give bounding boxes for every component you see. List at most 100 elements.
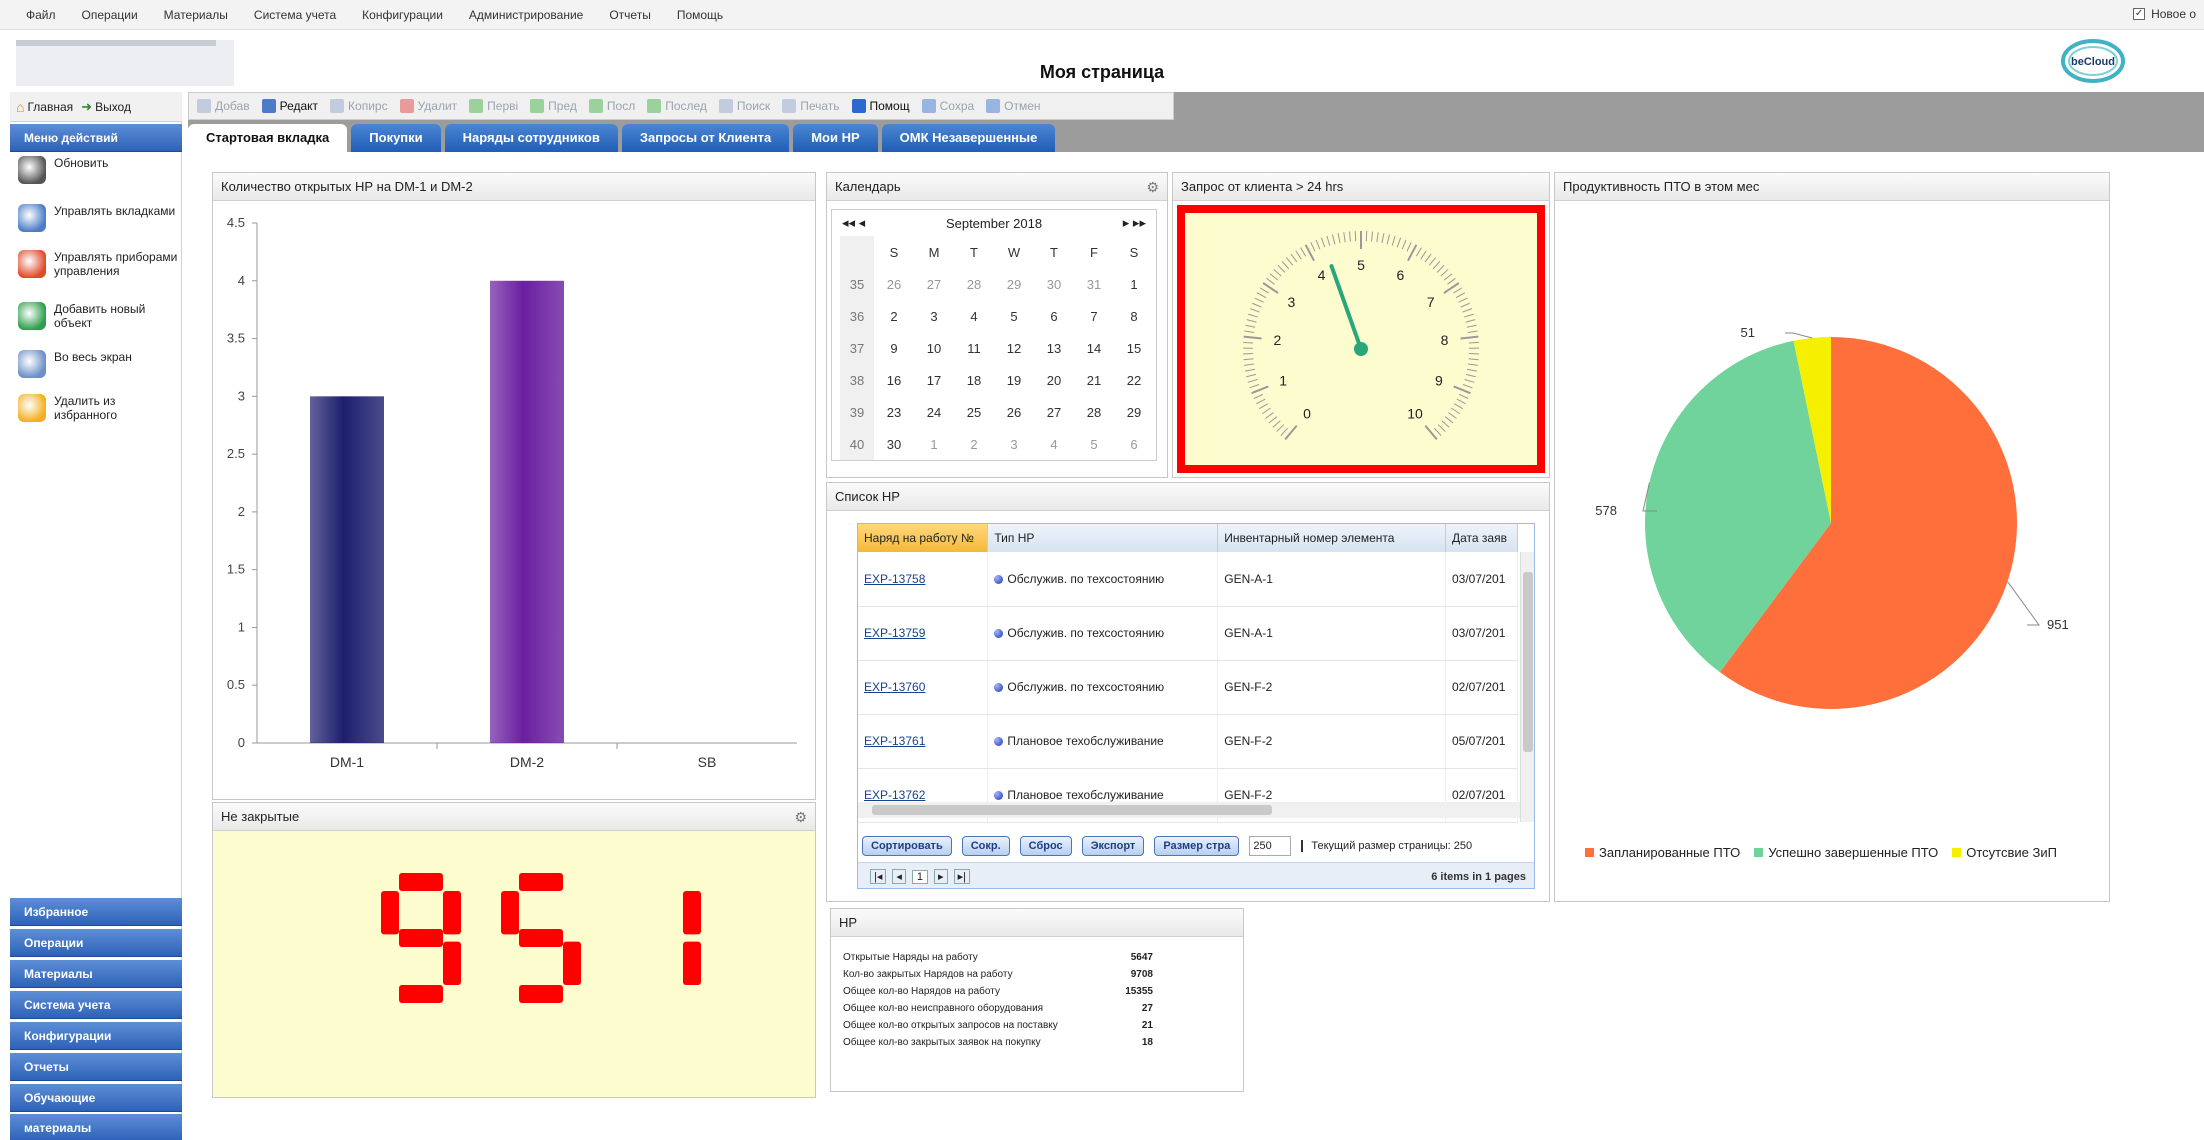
- calendar-day[interactable]: 17: [914, 364, 954, 396]
- toolbar-button-10[interactable]: Помощ: [851, 99, 910, 113]
- calendar-day[interactable]: 10: [914, 332, 954, 364]
- toolbar-button-2[interactable]: Копирс: [330, 99, 388, 113]
- legend-item[interactable]: Отсутсвие ЗиП: [1952, 845, 2057, 860]
- page-number[interactable]: 1: [911, 869, 929, 884]
- calendar-day[interactable]: 2: [874, 300, 914, 332]
- calendar-day[interactable]: 28: [954, 268, 994, 300]
- calendar-day[interactable]: 21: [1074, 364, 1114, 396]
- table-row[interactable]: EXP-13760 Обслужив. по техсостоянию GEN-F-…: [858, 660, 1519, 715]
- sidebar-action-3[interactable]: Добавить новый объект: [18, 302, 178, 330]
- toolbar-button-5[interactable]: Пред: [530, 99, 577, 113]
- calendar-day[interactable]: 13: [1034, 332, 1074, 364]
- tab-3[interactable]: Запросы от Клиента: [621, 124, 790, 152]
- sidebar-action-0[interactable]: Обновить: [18, 156, 178, 184]
- sidebar-action-1[interactable]: Управлять вкладками: [18, 204, 178, 232]
- toolbar-button-0[interactable]: Добав: [197, 99, 250, 113]
- sidebar-action-2[interactable]: Управлять приборами управления: [18, 250, 178, 278]
- calendar-day[interactable]: 29: [994, 268, 1034, 300]
- table-row[interactable]: EXP-13758 Обслужив. по техсостоянию GEN-A-…: [858, 552, 1519, 607]
- table-row[interactable]: EXP-13761 Плановое техобслуживание GEN-F-2…: [858, 714, 1519, 769]
- calendar-day[interactable]: 5: [994, 300, 1034, 332]
- menu-item[interactable]: Отчеты: [609, 8, 650, 22]
- column-header[interactable]: Инвентарный номер элемента: [1217, 524, 1446, 552]
- menu-item[interactable]: Конфигурации: [362, 8, 443, 22]
- calendar-day[interactable]: 3: [994, 428, 1034, 460]
- actions-menu-header[interactable]: Меню действий: [10, 124, 182, 152]
- new-window-checkbox[interactable]: ✓: [2133, 8, 2146, 20]
- sidebar-section-6[interactable]: Обучающие: [10, 1084, 182, 1112]
- toolbar-button-4[interactable]: Перві: [469, 99, 518, 113]
- settings-gear-icon[interactable]: ⚙: [794, 803, 807, 831]
- grid-button-0[interactable]: Сортировать: [862, 836, 952, 856]
- tab-2[interactable]: Наряды сотрудников: [444, 124, 618, 152]
- calendar-day[interactable]: 4: [954, 300, 994, 332]
- menu-item[interactable]: Помощь: [677, 8, 723, 22]
- calendar-day[interactable]: 26: [994, 396, 1034, 428]
- toolbar-button-9[interactable]: Печать: [782, 99, 840, 113]
- order-link[interactable]: EXP-13758: [864, 572, 925, 586]
- tab-5[interactable]: ОМК Незавершенные: [881, 124, 1056, 152]
- calendar-day[interactable]: 24: [914, 396, 954, 428]
- calendar-gear-icon[interactable]: ⚙: [1146, 173, 1159, 201]
- calendar-day[interactable]: 19: [994, 364, 1034, 396]
- menu-item[interactable]: Администрирование: [469, 8, 583, 22]
- sidebar-section-1[interactable]: Операции: [10, 929, 182, 957]
- exit-button[interactable]: ➜ Выход: [81, 99, 131, 115]
- table-row[interactable]: EXP-13759 Обслужив. по техсостоянию GEN-A-…: [858, 606, 1519, 661]
- column-header[interactable]: Наряд на работу №: [858, 524, 989, 552]
- prev-year-button[interactable]: ◂◂ ◂: [842, 215, 865, 231]
- vertical-scrollbar[interactable]: [1520, 552, 1534, 822]
- calendar-day[interactable]: 26: [874, 268, 914, 300]
- bar-dm-1[interactable]: [310, 396, 384, 743]
- calendar-day[interactable]: 1: [914, 428, 954, 460]
- calendar-day[interactable]: 18: [954, 364, 994, 396]
- horizontal-scrollbar[interactable]: [858, 802, 1520, 818]
- menu-item[interactable]: Файл: [26, 8, 56, 22]
- grid-button-2[interactable]: Сброс: [1019, 836, 1072, 856]
- calendar-day[interactable]: 1: [1114, 268, 1154, 300]
- calendar-day[interactable]: 22: [1114, 364, 1154, 396]
- calendar-day[interactable]: 29: [1114, 396, 1154, 428]
- sidebar-section-4[interactable]: Конфигурации: [10, 1022, 182, 1050]
- sidebar-action-5[interactable]: Удалить из избранного: [18, 394, 178, 422]
- sidebar-section-2[interactable]: Материалы: [10, 960, 182, 988]
- calendar-day[interactable]: 27: [914, 268, 954, 300]
- next-page-button[interactable]: ▸: [934, 869, 948, 884]
- new-window-option[interactable]: ✓ Новое о: [2133, 7, 2196, 21]
- grid-button-4[interactable]: Размер стра: [1154, 836, 1240, 856]
- calendar-day[interactable]: 31: [1074, 268, 1114, 300]
- next-year-button[interactable]: ▸ ▸▸: [1123, 215, 1146, 231]
- sidebar-section-5[interactable]: Отчеты: [10, 1053, 182, 1081]
- calendar-day[interactable]: 16: [874, 364, 914, 396]
- bar-dm-2[interactable]: [490, 280, 564, 743]
- order-link[interactable]: EXP-13761: [864, 734, 925, 748]
- grid-button-3[interactable]: Экспорт: [1081, 836, 1145, 856]
- calendar-day[interactable]: 12: [994, 332, 1034, 364]
- legend-item[interactable]: Успешно завершенные ПТО: [1754, 845, 1938, 860]
- toolbar-button-11[interactable]: Сохра: [921, 99, 974, 113]
- legend-item[interactable]: Запланированные ПТО: [1585, 845, 1740, 860]
- calendar-day[interactable]: 30: [874, 428, 914, 460]
- calendar-day[interactable]: 20: [1034, 364, 1074, 396]
- calendar-day[interactable]: 7: [1074, 300, 1114, 332]
- sidebar-section-7[interactable]: материалы: [10, 1114, 182, 1140]
- toolbar-button-12[interactable]: Отмен: [986, 99, 1041, 113]
- tab-1[interactable]: Покупки: [351, 124, 441, 152]
- calendar-day[interactable]: 5: [1074, 428, 1114, 460]
- calendar-day[interactable]: 6: [1034, 300, 1074, 332]
- first-page-button[interactable]: |◂: [870, 869, 887, 884]
- grid-button-1[interactable]: Сокр.: [961, 836, 1010, 856]
- order-link[interactable]: EXP-13762: [864, 788, 925, 802]
- calendar-day[interactable]: 15: [1114, 332, 1154, 364]
- calendar-day[interactable]: 4: [1034, 428, 1074, 460]
- calendar-day[interactable]: 9: [874, 332, 914, 364]
- calendar-day[interactable]: 3: [914, 300, 954, 332]
- column-header[interactable]: Тип НР: [987, 524, 1219, 552]
- calendar-day[interactable]: 25: [954, 396, 994, 428]
- menu-item[interactable]: Система учета: [254, 8, 336, 22]
- tab-4[interactable]: Мои НР: [793, 124, 878, 152]
- toolbar-button-1[interactable]: Редакт: [261, 99, 318, 113]
- calendar-day[interactable]: 14: [1074, 332, 1114, 364]
- order-link[interactable]: EXP-13760: [864, 680, 925, 694]
- toolbar-button-3[interactable]: Удалит: [399, 99, 457, 113]
